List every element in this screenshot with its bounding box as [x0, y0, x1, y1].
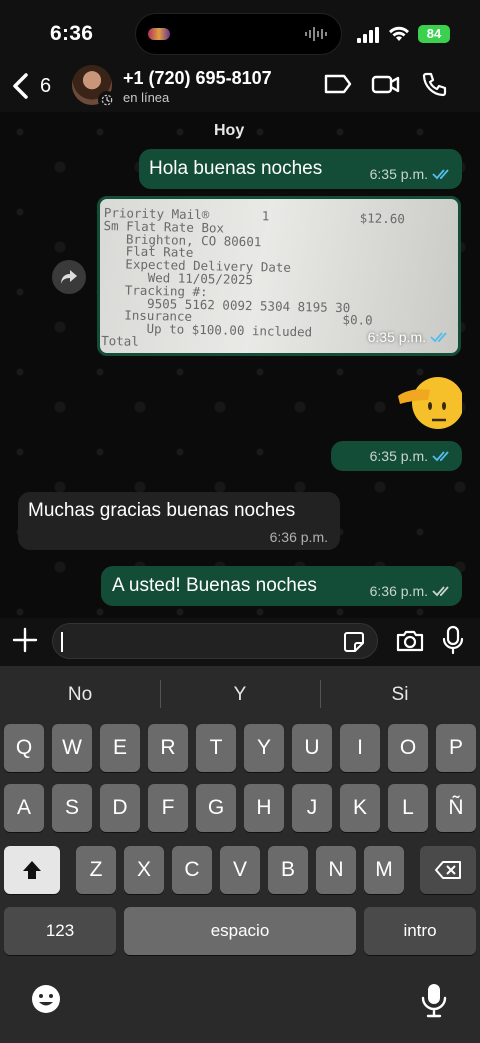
suggestion-1[interactable]: No: [0, 684, 160, 706]
dictation-microphone-icon[interactable]: [421, 982, 447, 1018]
key-m[interactable]: M: [364, 846, 404, 894]
numbers-key[interactable]: 123: [4, 907, 116, 955]
contact-presence: en línea: [123, 90, 170, 105]
shift-key[interactable]: [4, 846, 60, 894]
attach-plus-icon[interactable]: [12, 627, 38, 653]
backspace-key[interactable]: [420, 846, 476, 894]
message-bubble-outgoing[interactable]: Hola buenas noches 6:35 p.m.: [139, 149, 462, 189]
read-receipt-icon: [432, 169, 449, 180]
key-c[interactable]: C: [172, 846, 212, 894]
key-i[interactable]: I: [340, 724, 380, 772]
read-receipt-icon: [432, 451, 449, 462]
key-p[interactable]: P: [436, 724, 476, 772]
key-g[interactable]: G: [196, 784, 236, 832]
key-f[interactable]: F: [148, 784, 188, 832]
message-bubble-outgoing[interactable]: 6:35 p.m.: [331, 441, 462, 471]
message-text: Muchas gracias buenas noches: [28, 500, 296, 521]
contact-name: +1 (720) 695-8107: [123, 68, 272, 88]
message-meta: 6:35 p.m.: [370, 166, 452, 182]
message-text: Hola buenas noches: [149, 158, 323, 179]
key-t[interactable]: T: [196, 724, 236, 772]
key-z[interactable]: Z: [76, 846, 116, 894]
forward-arrow-icon: [61, 270, 77, 284]
message-image-receipt[interactable]: Priority Mail® 1 $12.60 Sm Flat Rate Box…: [97, 196, 461, 356]
message-time: 6:35 p.m.: [367, 329, 426, 345]
message-bubble-incoming[interactable]: Muchas gracias buenas noches 6:36 p.m.: [18, 492, 340, 550]
on-screen-keyboard: No Y Si Q W E R T Y U I O P A S D F G H …: [0, 666, 480, 1043]
battery-indicator: 84: [418, 25, 450, 43]
date-separator: Hoy: [214, 122, 245, 139]
suggestion-2[interactable]: Y: [160, 684, 320, 706]
message-input[interactable]: [52, 623, 378, 659]
dynamic-island: [135, 13, 342, 55]
delete-backward-icon: [435, 861, 461, 879]
message-composer: [0, 618, 480, 666]
shift-arrow-icon: [23, 861, 41, 879]
key-n-tilde[interactable]: Ñ: [436, 784, 476, 832]
key-d[interactable]: D: [100, 784, 140, 832]
contact-info[interactable]: +1 (720) 695-8107 en línea: [123, 68, 272, 105]
key-s[interactable]: S: [52, 784, 92, 832]
audio-wave-icon: [305, 27, 327, 41]
message-time: 6:35 p.m.: [369, 166, 428, 182]
suggestion-3[interactable]: Si: [320, 684, 480, 706]
status-time: 6:36: [50, 22, 94, 45]
chat-header: 6 +1 (720) 695-8107 en línea: [0, 62, 480, 112]
back-button[interactable]: 6: [12, 68, 51, 104]
text-caret: [61, 632, 63, 652]
message-time: 6:36 p.m.: [269, 529, 328, 545]
disappearing-timer-icon: [98, 91, 116, 109]
phone-call-icon[interactable]: [420, 70, 450, 98]
key-q[interactable]: Q: [4, 724, 44, 772]
message-meta: 6:35 p.m.: [370, 448, 452, 464]
forward-button[interactable]: [52, 260, 86, 294]
emoji-keyboard-icon[interactable]: [30, 983, 62, 1015]
camera-icon[interactable]: [395, 628, 425, 654]
microphone-icon[interactable]: [442, 625, 464, 655]
message-time: 6:36 p.m.: [369, 583, 428, 599]
chevron-left-icon: [13, 73, 28, 99]
return-key[interactable]: intro: [364, 907, 476, 955]
status-bar: 6:36 84: [0, 0, 480, 62]
key-x[interactable]: X: [124, 846, 164, 894]
key-k[interactable]: K: [340, 784, 380, 832]
key-e[interactable]: E: [100, 724, 140, 772]
unread-count: 6: [40, 74, 52, 97]
key-u[interactable]: U: [292, 724, 332, 772]
read-receipt-icon: [430, 332, 447, 343]
key-v[interactable]: V: [220, 846, 260, 894]
message-bubble-outgoing[interactable]: A usted! Buenas noches 6:36 p.m.: [101, 566, 462, 606]
key-y[interactable]: Y: [244, 724, 284, 772]
message-meta: 6:35 p.m.: [368, 329, 450, 345]
key-a[interactable]: A: [4, 784, 44, 832]
key-w[interactable]: W: [52, 724, 92, 772]
saluting-face-emoji[interactable]: [396, 370, 462, 436]
message-list[interactable]: Hoy Hola buenas noches 6:35 p.m. Priorit…: [0, 112, 480, 618]
key-l[interactable]: L: [388, 784, 428, 832]
predictive-bar: No Y Si: [0, 666, 480, 722]
key-j[interactable]: J: [292, 784, 332, 832]
cellular-signal-icon: [357, 27, 379, 43]
receipt-photo-text: Priority Mail® 1 $12.60 Sm Flat Rate Box…: [101, 205, 406, 349]
video-call-icon[interactable]: [371, 70, 401, 98]
wifi-icon: [389, 26, 409, 41]
label-icon[interactable]: [323, 70, 353, 98]
delivered-receipt-icon: [432, 586, 449, 597]
sticker-icon[interactable]: [343, 631, 365, 653]
message-meta: 6:36 p.m.: [370, 583, 452, 599]
message-text: A usted! Buenas noches: [112, 575, 317, 596]
message-time: 6:35 p.m.: [369, 448, 428, 464]
key-n[interactable]: N: [316, 846, 356, 894]
now-playing-artwork: [148, 28, 170, 40]
key-o[interactable]: O: [388, 724, 428, 772]
contact-avatar[interactable]: [72, 65, 116, 109]
message-meta: 6:36 p.m.: [270, 529, 328, 545]
space-key[interactable]: espacio: [124, 907, 356, 955]
key-b[interactable]: B: [268, 846, 308, 894]
key-h[interactable]: H: [244, 784, 284, 832]
key-r[interactable]: R: [148, 724, 188, 772]
